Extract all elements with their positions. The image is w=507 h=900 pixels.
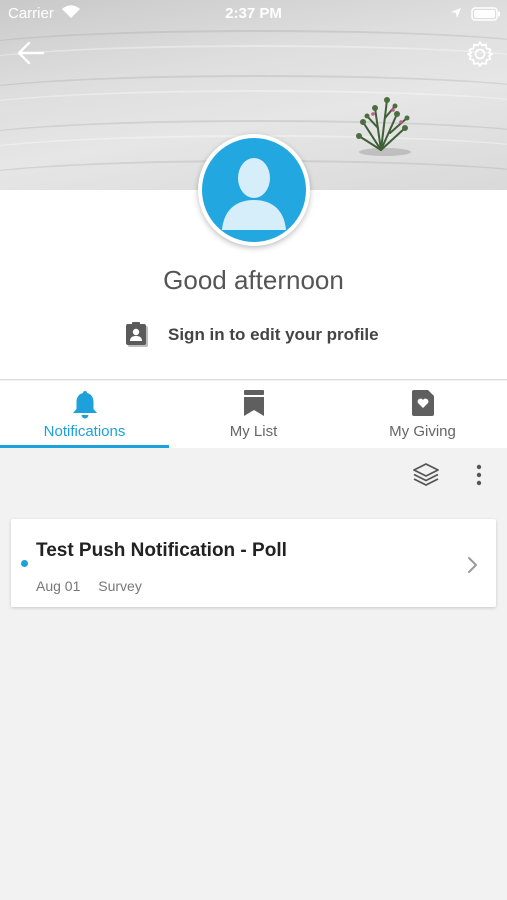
layers-button[interactable]	[411, 461, 441, 494]
gear-icon	[467, 41, 493, 67]
tab-my-list[interactable]: My List	[169, 381, 338, 448]
location-arrow-icon	[451, 8, 461, 18]
clock-label: 2:37 PM	[225, 5, 282, 22]
person-silhouette-icon	[222, 158, 286, 230]
tab-label: My List	[229, 423, 278, 440]
contact-card-icon	[126, 322, 148, 347]
more-options-button[interactable]	[470, 463, 488, 492]
battery-icon	[471, 7, 500, 21]
arrow-left-icon	[17, 41, 45, 65]
notification-date: Aug 01	[36, 578, 81, 594]
back-button[interactable]	[16, 40, 48, 68]
signin-label: Sign in to edit your profile	[168, 325, 379, 344]
plant-icon	[356, 97, 411, 156]
heart-tag-icon	[411, 390, 434, 416]
bookmark-icon	[243, 390, 264, 416]
greeting-text: Good afternoon	[163, 265, 344, 295]
notification-meta: Aug 01 Survey	[36, 578, 142, 594]
active-tab-indicator	[0, 445, 169, 448]
tab-notifications[interactable]: Notifications	[0, 381, 169, 448]
tab-label: My Giving	[389, 423, 456, 440]
notification-card[interactable]: Test Push Notification - Poll Aug 01 Sur…	[11, 519, 496, 607]
notification-type: Survey	[98, 578, 142, 594]
avatar[interactable]	[198, 134, 310, 246]
chevron-right-icon	[468, 557, 477, 573]
unread-indicator	[21, 560, 28, 567]
bell-icon	[72, 391, 97, 419]
tab-my-giving[interactable]: My Giving	[338, 381, 507, 448]
tab-label: Notifications	[43, 423, 126, 440]
settings-button[interactable]	[466, 40, 494, 68]
tab-bar: Notifications My List My Giving	[0, 381, 507, 448]
signin-link[interactable]: Sign in to edit your profile	[124, 320, 379, 350]
notification-title: Test Push Notification - Poll	[36, 540, 287, 561]
status-bar: Carrier 2:37 PM	[0, 0, 507, 28]
layers-icon	[413, 463, 439, 486]
more-vertical-icon	[476, 464, 482, 486]
